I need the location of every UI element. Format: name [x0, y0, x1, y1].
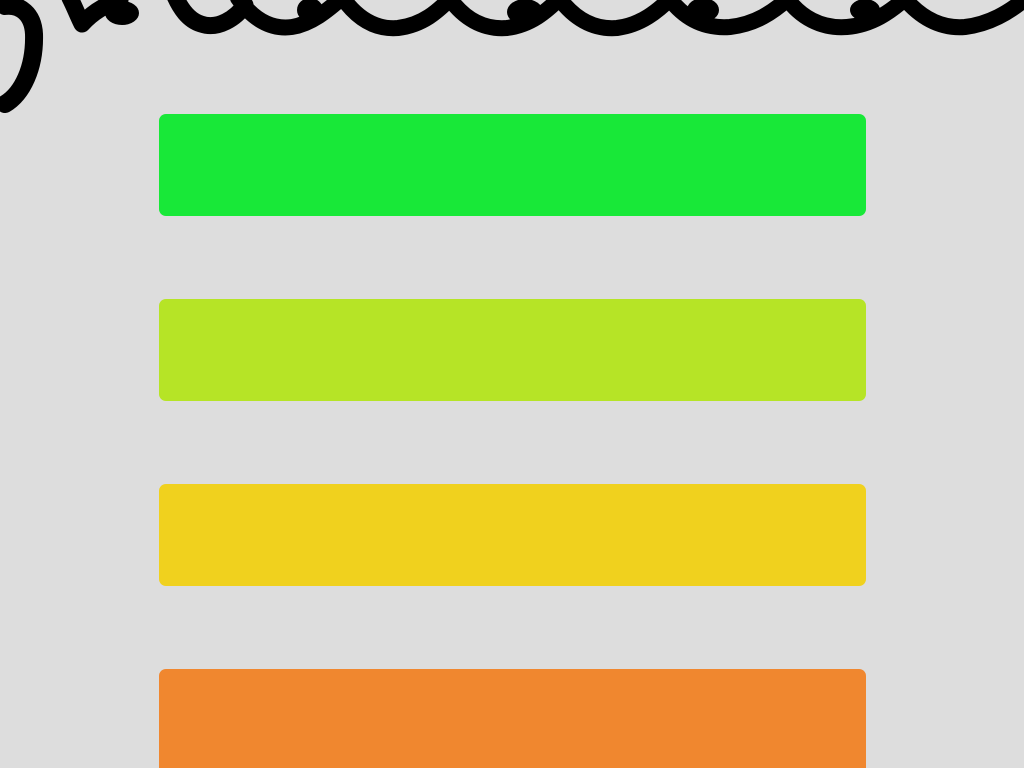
- script-loop-4: [551, 0, 680, 37]
- yellow-option[interactable]: [159, 484, 866, 586]
- script-loop-1: [230, 0, 351, 36]
- script-letter-a: [105, 1, 139, 25]
- script-g-stroke: [0, 0, 44, 113]
- green-option[interactable]: [159, 114, 866, 216]
- script-letter-c: [850, 0, 880, 21]
- script-loop-7: [896, 0, 1024, 36]
- handwritten-script-logo: [0, 0, 1024, 118]
- page: [0, 0, 1024, 768]
- script-loop-6: [778, 0, 914, 36]
- orange-option[interactable]: [159, 669, 866, 768]
- script-loop-2: [334, 0, 459, 37]
- script-loop-5: [661, 0, 797, 36]
- script-letter-o: [507, 0, 543, 25]
- yellow-green-option[interactable]: [159, 299, 866, 401]
- script-loop-3: [442, 0, 569, 37]
